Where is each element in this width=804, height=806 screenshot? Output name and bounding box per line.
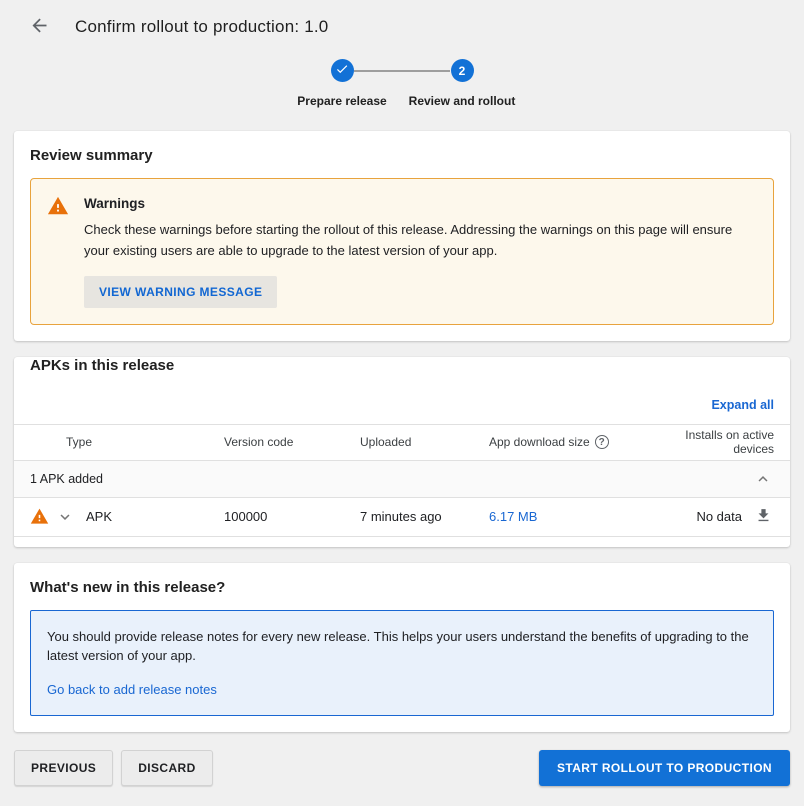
apk-installs-cell: No data (659, 509, 744, 524)
previous-button[interactable]: PREVIOUS (14, 750, 113, 786)
back-button[interactable] (27, 15, 51, 39)
whats-new-title: What's new in this release? (30, 579, 774, 596)
view-warning-message-button[interactable]: VIEW WARNING MESSAGE (84, 276, 277, 308)
warnings-body: Check these warnings before starting the… (84, 220, 757, 262)
discard-button[interactable]: DISCARD (121, 750, 212, 786)
step-label-prepare-release: Prepare release (297, 94, 386, 108)
apk-version-code-cell: 100000 (224, 509, 360, 524)
apk-type-cell: APK (86, 509, 224, 524)
bottom-actions: PREVIOUS DISCARD START ROLLOUT TO PRODUC… (14, 750, 790, 786)
warnings-title: Warnings (84, 196, 757, 211)
step-review-rollout: 2 Review and rollout (450, 59, 474, 82)
warning-triangle-icon (47, 195, 69, 308)
review-summary-card: Review summary Warnings Check these warn… (14, 131, 790, 341)
topbar: Confirm rollout to production: 1.0 (0, 0, 804, 43)
download-apk-button[interactable] (753, 505, 774, 529)
download-icon (755, 507, 772, 527)
expand-all-link[interactable]: Expand all (711, 398, 774, 412)
column-header-app-download-size-label: App download size (489, 435, 590, 449)
chevron-up-icon[interactable] (754, 470, 772, 488)
check-icon (335, 62, 349, 79)
step-prepare-release: Prepare release (330, 59, 354, 82)
release-notes-info-box: You should provide release notes for eve… (30, 610, 774, 717)
go-back-add-release-notes-link[interactable]: Go back to add release notes (47, 682, 217, 697)
column-header-type: Type (30, 435, 224, 449)
apk-size-link[interactable]: 6.17 MB (489, 509, 537, 524)
arrow-left-icon (29, 15, 50, 39)
chevron-down-icon[interactable] (56, 508, 86, 526)
step-connector (354, 70, 450, 72)
apks-card: APKs in this release Expand all Type Ver… (14, 357, 790, 547)
column-header-installs: Installs on active devices (659, 428, 774, 456)
stepper: Prepare release 2 Review and rollout (0, 59, 804, 117)
step-label-review-rollout: Review and rollout (409, 94, 516, 108)
expand-all-row: Expand all (14, 382, 790, 424)
confirm-rollout-page: Confirm rollout to production: 1.0 Prepa… (0, 0, 804, 806)
column-header-app-download-size: App download size ? (489, 435, 659, 449)
whats-new-card: What's new in this release? You should p… (14, 563, 790, 733)
step-done-circle (331, 59, 354, 82)
apk-table-header: Type Version code Uploaded App download … (14, 424, 790, 461)
step-current-circle: 2 (451, 59, 474, 82)
apk-group-label: 1 APK added (30, 472, 103, 486)
warnings-content: Warnings Check these warnings before sta… (84, 194, 757, 308)
apks-title: APKs in this release (30, 357, 774, 374)
review-summary-title: Review summary (30, 147, 774, 164)
column-header-version-code: Version code (224, 435, 360, 449)
page-title: Confirm rollout to production: 1.0 (75, 17, 328, 37)
warnings-box: Warnings Check these warnings before sta… (30, 178, 774, 325)
apk-uploaded-cell: 7 minutes ago (360, 509, 489, 524)
apk-group-row[interactable]: 1 APK added (14, 461, 790, 498)
apk-table-row: APK 100000 7 minutes ago 6.17 MB No data (14, 498, 790, 537)
release-notes-note: You should provide release notes for eve… (47, 627, 757, 666)
column-header-uploaded: Uploaded (360, 435, 489, 449)
start-rollout-button[interactable]: START ROLLOUT TO PRODUCTION (539, 750, 790, 786)
help-icon[interactable]: ? (595, 435, 609, 449)
row-warning-triangle-icon (30, 507, 56, 526)
